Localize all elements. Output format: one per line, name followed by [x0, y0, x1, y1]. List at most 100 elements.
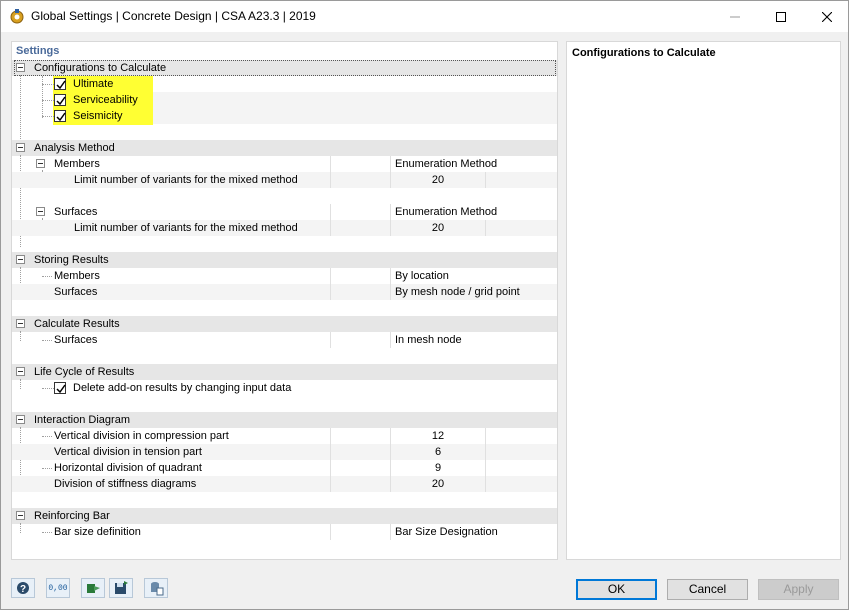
column-divider — [390, 428, 391, 444]
minimize-button[interactable] — [712, 1, 758, 32]
column-divider — [330, 156, 331, 172]
storing-surfaces-value[interactable]: By mesh node / grid point — [395, 284, 520, 300]
storing-members-row[interactable]: Members By location — [12, 268, 557, 284]
column-divider — [485, 220, 486, 236]
column-divider — [485, 172, 486, 188]
column-divider — [330, 268, 331, 284]
interaction-row[interactable]: Horizontal division of quadrant 9 — [12, 460, 557, 476]
help-icon[interactable]: ? — [11, 578, 35, 598]
surfaces-limit-value[interactable]: 20 — [392, 220, 484, 236]
config-item-ultimate[interactable]: Ultimate — [12, 76, 557, 92]
column-divider — [390, 220, 391, 236]
interaction-row[interactable]: Vertical division in tension part 6 — [12, 444, 557, 460]
settings-label: Settings — [16, 45, 60, 57]
section-title: Calculate Results — [34, 318, 120, 330]
members-label: Members — [54, 158, 100, 170]
surfaces-method-value[interactable]: Enumeration Method — [395, 204, 497, 220]
description-panel: Configurations to Calculate — [566, 41, 841, 560]
members-label: Members — [54, 270, 100, 282]
interaction-value[interactable]: 6 — [392, 444, 484, 460]
interaction-value[interactable]: 20 — [392, 476, 484, 492]
column-divider — [390, 172, 391, 188]
defaults-icon[interactable] — [144, 578, 168, 598]
interaction-value[interactable]: 9 — [392, 460, 484, 476]
collapse-icon[interactable] — [36, 207, 45, 216]
analysis-members-row[interactable]: Members Enumeration Method — [12, 156, 557, 172]
column-divider — [390, 460, 391, 476]
units-icon[interactable]: 0,00 — [46, 578, 70, 598]
bar-size-row[interactable]: Bar size definition Bar Size Designation — [12, 524, 557, 540]
column-divider — [330, 428, 331, 444]
interaction-label: Horizontal division of quadrant — [54, 462, 202, 474]
collapse-icon[interactable] — [16, 415, 25, 424]
column-divider — [485, 460, 486, 476]
column-divider — [330, 460, 331, 476]
surfaces-label: Surfaces — [54, 286, 98, 298]
interaction-label: Vertical division in tension part — [54, 446, 202, 458]
collapse-icon[interactable] — [16, 511, 25, 520]
collapse-icon[interactable] — [16, 143, 25, 152]
interaction-row[interactable]: Division of stiffness diagrams 20 — [12, 476, 557, 492]
interaction-row[interactable]: Vertical division in compression part 12 — [12, 428, 557, 444]
collapse-icon[interactable] — [16, 319, 25, 328]
save-icon[interactable] — [109, 578, 133, 598]
column-divider — [330, 284, 331, 300]
section-analysis-method[interactable]: Analysis Method — [12, 140, 557, 156]
storing-members-value[interactable]: By location — [395, 268, 449, 284]
collapse-icon[interactable] — [36, 159, 45, 168]
seismicity-checkbox[interactable] — [54, 110, 66, 122]
section-title: Interaction Diagram — [34, 414, 130, 426]
life-cycle-delete-row[interactable]: Delete add-on results by changing input … — [12, 380, 557, 396]
section-interaction-diagram[interactable]: Interaction Diagram — [12, 412, 557, 428]
cancel-button[interactable]: Cancel — [667, 579, 748, 600]
column-divider — [390, 444, 391, 460]
column-divider — [330, 524, 331, 540]
bar-size-value[interactable]: Bar Size Designation — [395, 524, 498, 540]
seismicity-label: Seismicity — [73, 110, 123, 122]
interaction-label: Vertical division in compression part — [54, 430, 229, 442]
svg-text:?: ? — [20, 584, 26, 595]
section-title: Reinforcing Bar — [34, 510, 110, 522]
members-method-value[interactable]: Enumeration Method — [395, 156, 497, 172]
interaction-label: Division of stiffness diagrams — [54, 478, 197, 490]
section-reinforcing-bar[interactable]: Reinforcing Bar — [12, 508, 557, 524]
column-divider — [390, 204, 391, 220]
ok-button[interactable]: OK — [576, 579, 657, 600]
column-divider — [485, 428, 486, 444]
storing-surfaces-row[interactable]: Surfaces By mesh node / grid point — [12, 284, 557, 300]
column-divider — [390, 284, 391, 300]
collapse-icon[interactable] — [16, 367, 25, 376]
section-storing-results[interactable]: Storing Results — [12, 252, 557, 268]
maximize-button[interactable] — [758, 1, 804, 32]
collapse-icon[interactable] — [16, 255, 25, 264]
ultimate-checkbox[interactable] — [54, 78, 66, 90]
title-bar: Global Settings | Concrete Design | CSA … — [1, 1, 848, 32]
members-limit-label: Limit number of variants for the mixed m… — [74, 174, 298, 186]
column-divider — [390, 524, 391, 540]
column-divider — [330, 444, 331, 460]
surfaces-label: Surfaces — [54, 334, 98, 346]
interaction-value[interactable]: 12 — [392, 428, 484, 444]
analysis-members-limit-row[interactable]: Limit number of variants for the mixed m… — [12, 172, 557, 188]
column-divider — [485, 444, 486, 460]
section-calculate-results[interactable]: Calculate Results — [12, 316, 557, 332]
section-life-cycle[interactable]: Life Cycle of Results — [12, 364, 557, 380]
settings-tree-panel: Settings Configurations to Calculate Ult… — [11, 41, 558, 560]
members-limit-value[interactable]: 20 — [392, 172, 484, 188]
calculate-surfaces-row[interactable]: Surfaces In mesh node — [12, 332, 557, 348]
apply-button[interactable]: Apply — [758, 579, 839, 600]
analysis-surfaces-limit-row[interactable]: Limit number of variants for the mixed m… — [12, 220, 557, 236]
delete-results-label: Delete add-on results by changing input … — [73, 382, 292, 394]
ultimate-label: Ultimate — [73, 78, 114, 90]
analysis-surfaces-row[interactable]: Surfaces Enumeration Method — [12, 204, 557, 220]
delete-results-checkbox[interactable] — [54, 382, 66, 394]
column-divider — [330, 172, 331, 188]
close-button[interactable] — [804, 1, 849, 32]
serviceability-checkbox[interactable] — [54, 94, 66, 106]
column-divider — [485, 476, 486, 492]
export-icon[interactable] — [81, 578, 105, 598]
calculate-surfaces-value[interactable]: In mesh node — [395, 332, 462, 348]
column-divider — [390, 332, 391, 348]
column-divider — [330, 332, 331, 348]
column-divider — [330, 476, 331, 492]
